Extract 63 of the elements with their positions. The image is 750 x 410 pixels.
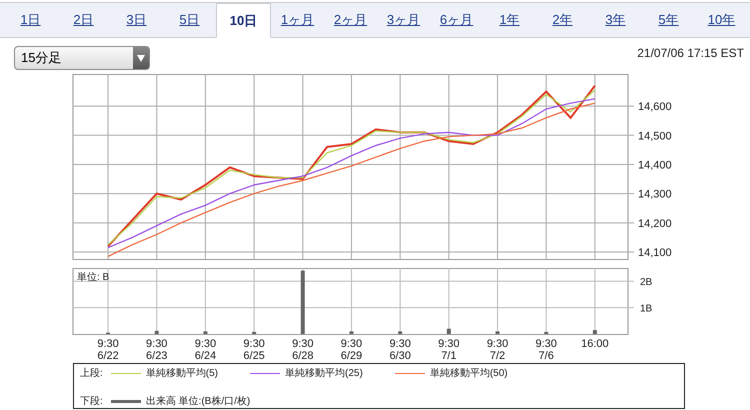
legend-label: 単純移動平均(25) xyxy=(285,367,363,380)
volume-bar xyxy=(300,270,305,334)
date-axis-label: 7/1 xyxy=(441,350,456,362)
date-axis-label: 6/25 xyxy=(243,350,265,362)
volume-unit-label: 単位: B xyxy=(77,272,110,283)
time-axis-label: 16:00 xyxy=(581,338,609,350)
volume-bar xyxy=(349,331,354,334)
time-axis-label: 9:30 xyxy=(97,338,119,350)
volume-bar xyxy=(252,332,256,334)
date-axis-label: 7/6 xyxy=(538,350,554,362)
time-axis-label: 9:30 xyxy=(292,338,314,350)
dropdown-arrow-icon xyxy=(137,54,145,62)
range-tab[interactable]: 5日 xyxy=(163,3,216,37)
range-tab[interactable]: 1日 xyxy=(4,3,57,37)
range-tab[interactable]: 1年 xyxy=(483,3,536,37)
range-tab[interactable]: 10年 xyxy=(695,3,748,37)
interval-dropdown[interactable]: 15分足 xyxy=(14,46,150,70)
range-tab[interactable]: 2ヶ月 xyxy=(324,3,377,37)
volume-bar xyxy=(398,331,402,334)
range-tab[interactable]: 3ヶ月 xyxy=(377,3,430,37)
price-axis-label: 14,300 xyxy=(638,188,672,201)
volume-bar xyxy=(544,332,548,334)
volume-bar xyxy=(154,330,159,334)
legend-row-label: 上段: xyxy=(80,366,103,380)
price-axis-label: 14,100 xyxy=(638,247,672,259)
range-tab[interactable]: 10日 xyxy=(216,3,271,38)
range-tab[interactable]: 1ヶ月 xyxy=(271,3,324,37)
date-axis-label: 6/29 xyxy=(340,350,362,362)
legend-label: 単純移動平均(50) xyxy=(430,367,508,380)
date-axis-label: 7/2 xyxy=(490,350,506,362)
price-axis-label: 14,200 xyxy=(638,218,672,230)
price-axis-label: 14,400 xyxy=(638,159,672,172)
price-axis-label: 14,500 xyxy=(638,130,672,142)
range-tab[interactable]: 6ヶ月 xyxy=(430,3,483,37)
date-axis-label: 6/22 xyxy=(97,350,119,362)
price-axis-label: 14,600 xyxy=(638,101,672,114)
time-axis-label: 9:30 xyxy=(486,338,508,350)
legend-label: 出来高 単位:(B株/口/枚) xyxy=(146,394,250,408)
volume-bar xyxy=(446,328,451,334)
volume-axis-label: 2B xyxy=(640,277,652,288)
range-tab[interactable]: 2日 xyxy=(57,3,110,37)
volume-bar xyxy=(496,331,500,334)
date-axis-label: 6/24 xyxy=(194,350,216,362)
volume-bar xyxy=(203,331,208,334)
range-tab[interactable]: 3日 xyxy=(110,3,163,37)
date-axis-label: 6/23 xyxy=(146,350,168,362)
time-axis-label: 9:30 xyxy=(389,338,411,350)
time-axis-label: 9:30 xyxy=(243,338,265,350)
volume-bar xyxy=(592,330,597,334)
range-tab[interactable]: 2年 xyxy=(536,3,589,37)
timestamp: 21/07/06 17:15 EST xyxy=(637,46,744,60)
range-tab[interactable]: 3年 xyxy=(589,3,642,37)
time-axis-label: 9:30 xyxy=(340,338,362,350)
legend-label: 単純移動平均(5) xyxy=(146,367,218,380)
legend-row-label: 下段: xyxy=(80,395,103,408)
date-axis-label: 6/28 xyxy=(292,350,314,362)
range-tab[interactable]: 5年 xyxy=(642,3,695,37)
time-axis-label: 9:30 xyxy=(194,338,216,350)
time-axis-label: 9:30 xyxy=(438,338,460,350)
date-axis-label: 6/30 xyxy=(389,350,411,362)
volume-axis-label: 1B xyxy=(640,304,652,315)
time-axis-label: 9:30 xyxy=(146,338,168,350)
time-axis-label: 9:30 xyxy=(536,338,557,350)
